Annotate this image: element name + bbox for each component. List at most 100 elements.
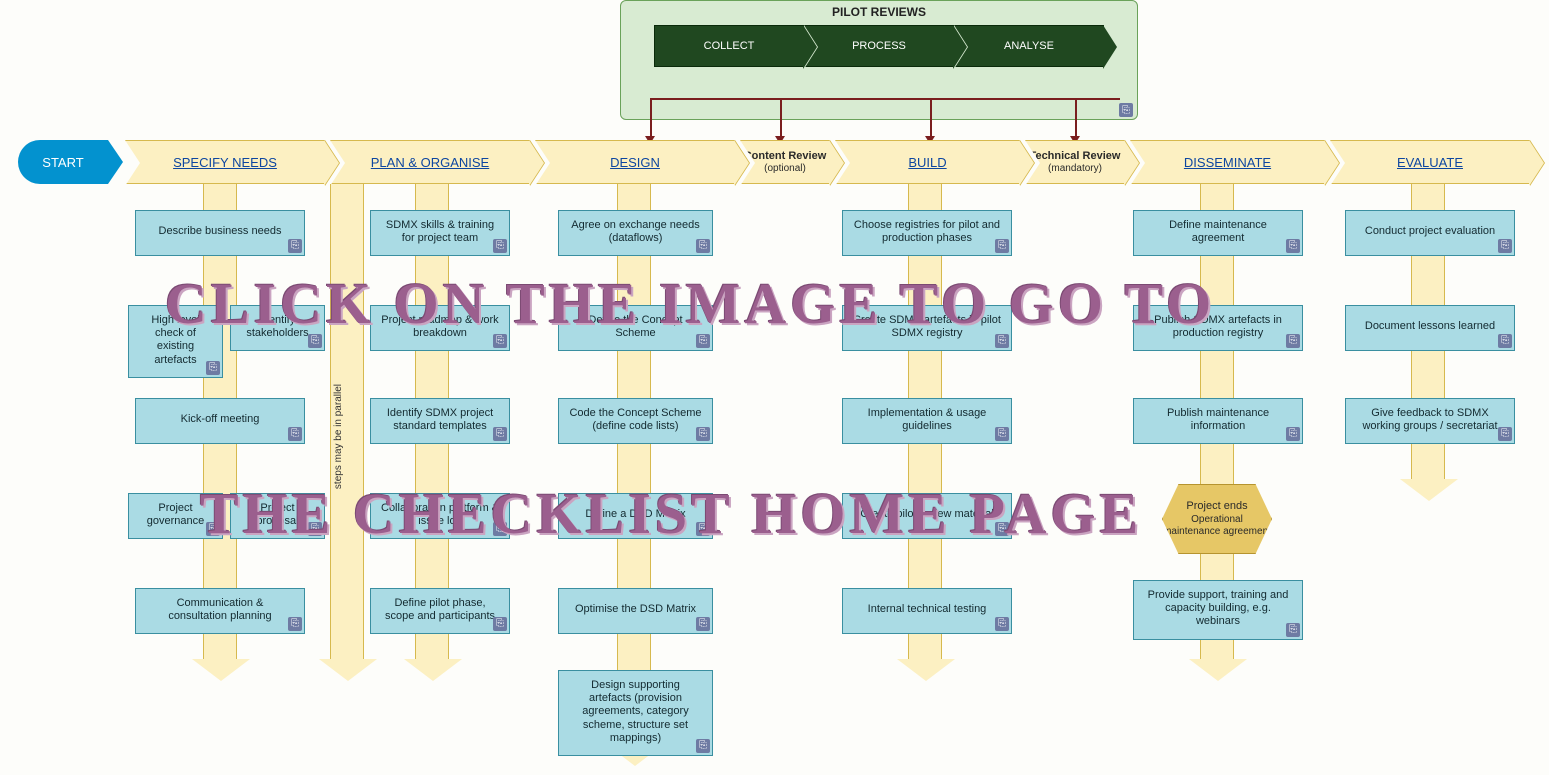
phase-tech-review-label: Technical Review (mandatory) bbox=[1030, 150, 1121, 174]
link-icon[interactable]: ⎘ bbox=[1498, 427, 1512, 441]
phase-plan-organise[interactable]: PLAN & ORGANISE bbox=[330, 140, 530, 184]
task-create-sdmx-artefacts[interactable]: Create SDMX artefacts in pilot SDMX regi… bbox=[842, 305, 1012, 351]
link-icon[interactable]: ⎘ bbox=[696, 239, 710, 253]
task-publish-maintenance-info[interactable]: Publish maintenance information⎘ bbox=[1133, 398, 1303, 444]
task-label: Internal technical testing bbox=[868, 603, 987, 616]
link-icon[interactable]: ⎘ bbox=[206, 361, 220, 375]
link-icon[interactable]: ⎘ bbox=[206, 522, 220, 536]
phase-evaluate[interactable]: EVALUATE bbox=[1330, 140, 1530, 184]
link-icon[interactable]: ⎘ bbox=[493, 617, 507, 631]
link-icon[interactable]: ⎘ bbox=[1286, 334, 1300, 348]
task-label: Project roadmap & work breakdown bbox=[381, 314, 499, 340]
link-icon[interactable]: ⎘ bbox=[493, 239, 507, 253]
link-icon[interactable]: ⎘ bbox=[1498, 239, 1512, 253]
task-label: Create pilot review material bbox=[860, 508, 993, 521]
task-define-pilot-phase[interactable]: Define pilot phase, scope and participan… bbox=[370, 588, 510, 634]
link-icon[interactable]: ⎘ bbox=[696, 617, 710, 631]
link-icon[interactable]: ⎘ bbox=[288, 427, 302, 441]
phase-content-review[interactable]: Content Review (optional) bbox=[740, 140, 830, 184]
link-icon[interactable]: ⎘ bbox=[995, 522, 1009, 536]
task-sdmx-training[interactable]: SDMX skills & training for project team⎘ bbox=[370, 210, 510, 256]
task-label: Define the Concept Scheme bbox=[569, 314, 702, 340]
task-internal-testing[interactable]: Internal technical testing ⎘ bbox=[842, 588, 1012, 634]
pilot-step-process[interactable]: PROCESS bbox=[804, 25, 954, 67]
link-icon[interactable]: ⎘ bbox=[1498, 334, 1512, 348]
task-label: Agree on exchange needs (dataflows) bbox=[569, 219, 702, 245]
task-publish-production-registry[interactable]: Publish SDMX artefacts in production reg… bbox=[1133, 305, 1303, 351]
link-icon[interactable]: ⎘ bbox=[995, 427, 1009, 441]
pilot-step-collect[interactable]: COLLECT bbox=[654, 25, 804, 67]
phase-specify-needs[interactable]: SPECIFY NEEDS bbox=[125, 140, 325, 184]
link-icon[interactable]: ⎘ bbox=[696, 334, 710, 348]
task-label: Project proposal bbox=[241, 502, 314, 528]
link-icon[interactable]: ⎘ bbox=[288, 239, 302, 253]
phase-evaluate-label: EVALUATE bbox=[1397, 155, 1463, 170]
task-identify-stakeholders[interactable]: Identify stakeholders⎘ bbox=[230, 305, 325, 351]
task-label: Give feedback to SDMX working groups / s… bbox=[1356, 407, 1504, 433]
task-provide-support-training[interactable]: Provide support, training and capacity b… bbox=[1133, 580, 1303, 640]
pilot-steps-row: COLLECT PROCESS ANALYSE bbox=[621, 25, 1137, 67]
task-project-proposal[interactable]: Project proposal⎘ bbox=[230, 493, 325, 539]
task-label: Publish maintenance information bbox=[1144, 407, 1292, 433]
task-label: Design supporting artefacts (provision a… bbox=[569, 679, 702, 745]
task-label: Choose registries for pilot and producti… bbox=[853, 219, 1001, 245]
task-give-feedback[interactable]: Give feedback to SDMX working groups / s… bbox=[1345, 398, 1515, 444]
task-conduct-evaluation[interactable]: Conduct project evaluation⎘ bbox=[1345, 210, 1515, 256]
link-icon[interactable]: ⎘ bbox=[696, 739, 710, 753]
phase-disseminate[interactable]: DISSEMINATE bbox=[1130, 140, 1325, 184]
task-implementation-guidelines[interactable]: Implementation & usage guidelines⎘ bbox=[842, 398, 1012, 444]
task-create-pilot-material[interactable]: Create pilot review material⎘ bbox=[842, 493, 1012, 539]
task-choose-registries[interactable]: Choose registries for pilot and producti… bbox=[842, 210, 1012, 256]
task-label: Conduct project evaluation bbox=[1365, 225, 1495, 238]
link-icon[interactable]: ⎘ bbox=[1119, 103, 1133, 117]
task-identify-templates[interactable]: Identify SDMX project standard templates… bbox=[370, 398, 510, 444]
task-kickoff-meeting[interactable]: Kick-off meeting⎘ bbox=[135, 398, 305, 444]
connector bbox=[780, 98, 782, 138]
task-label: Communication & consultation planning bbox=[146, 597, 294, 623]
task-high-level-check[interactable]: High level check of existing artefacts⎘ bbox=[128, 305, 223, 378]
link-icon[interactable]: ⎘ bbox=[1286, 239, 1300, 253]
link-icon[interactable]: ⎘ bbox=[493, 522, 507, 536]
tech-review-sub: (mandatory) bbox=[1048, 163, 1102, 174]
task-project-roadmap[interactable]: Project roadmap & work breakdown⎘ bbox=[370, 305, 510, 351]
task-label: Optimise the DSD Matrix bbox=[575, 603, 696, 616]
task-optimise-dsd-matrix[interactable]: Optimise the DSD Matrix⎘ bbox=[558, 588, 713, 634]
link-icon[interactable]: ⎘ bbox=[308, 334, 322, 348]
pilot-step-analyse[interactable]: ANALYSE bbox=[954, 25, 1104, 67]
link-icon[interactable]: ⎘ bbox=[995, 239, 1009, 253]
task-code-concept-scheme[interactable]: Code the Concept Scheme (define code lis… bbox=[558, 398, 713, 444]
phase-build[interactable]: BUILD bbox=[835, 140, 1020, 184]
task-describe-business-needs[interactable]: Describe business needs⎘ bbox=[135, 210, 305, 256]
task-communication-planning[interactable]: Communication & consultation planning⎘ bbox=[135, 588, 305, 634]
project-ends-title: Project ends bbox=[1186, 500, 1247, 513]
connector bbox=[650, 98, 1120, 100]
link-icon[interactable]: ⎘ bbox=[696, 427, 710, 441]
phase-technical-review[interactable]: Technical Review (mandatory) bbox=[1025, 140, 1125, 184]
task-project-governance[interactable]: Project governance⎘ bbox=[128, 493, 223, 539]
task-document-lessons[interactable]: Document lessons learned⎘ bbox=[1345, 305, 1515, 351]
task-label: Define maintenance agreement bbox=[1144, 219, 1292, 245]
task-collaboration-platform[interactable]: Collaboration platform & issue log⎘ bbox=[370, 493, 510, 539]
task-label: Identify SDMX project standard templates bbox=[381, 407, 499, 433]
task-label: High level check of existing artefacts bbox=[139, 314, 212, 367]
phase-design[interactable]: DESIGN bbox=[535, 140, 735, 184]
task-define-concept-scheme[interactable]: Define the Concept Scheme⎘ bbox=[558, 305, 713, 351]
task-design-supporting-artefacts[interactable]: Design supporting artefacts (provision a… bbox=[558, 670, 713, 756]
task-agree-exchange-needs[interactable]: Agree on exchange needs (dataflows)⎘ bbox=[558, 210, 713, 256]
link-icon[interactable]: ⎘ bbox=[1286, 623, 1300, 637]
task-label: Implementation & usage guidelines bbox=[853, 407, 1001, 433]
link-icon[interactable]: ⎘ bbox=[493, 334, 507, 348]
task-define-dsd-matrix[interactable]: Define a DSD Matrix⎘ bbox=[558, 493, 713, 539]
link-icon[interactable]: ⎘ bbox=[995, 334, 1009, 348]
link-icon[interactable]: ⎘ bbox=[995, 617, 1009, 631]
project-ends-node[interactable]: Project ends Operational maintenance agr… bbox=[1162, 484, 1272, 554]
link-icon[interactable]: ⎘ bbox=[1286, 427, 1300, 441]
link-icon[interactable]: ⎘ bbox=[696, 522, 710, 536]
link-icon[interactable]: ⎘ bbox=[308, 522, 322, 536]
task-label: Code the Concept Scheme (define code lis… bbox=[569, 407, 702, 433]
phase-disseminate-label: DISSEMINATE bbox=[1184, 155, 1271, 170]
phase-row: SPECIFY NEEDS PLAN & ORGANISE DESIGN Con… bbox=[0, 140, 1549, 190]
link-icon[interactable]: ⎘ bbox=[493, 427, 507, 441]
link-icon[interactable]: ⎘ bbox=[288, 617, 302, 631]
task-define-maintenance-agreement[interactable]: Define maintenance agreement⎘ bbox=[1133, 210, 1303, 256]
